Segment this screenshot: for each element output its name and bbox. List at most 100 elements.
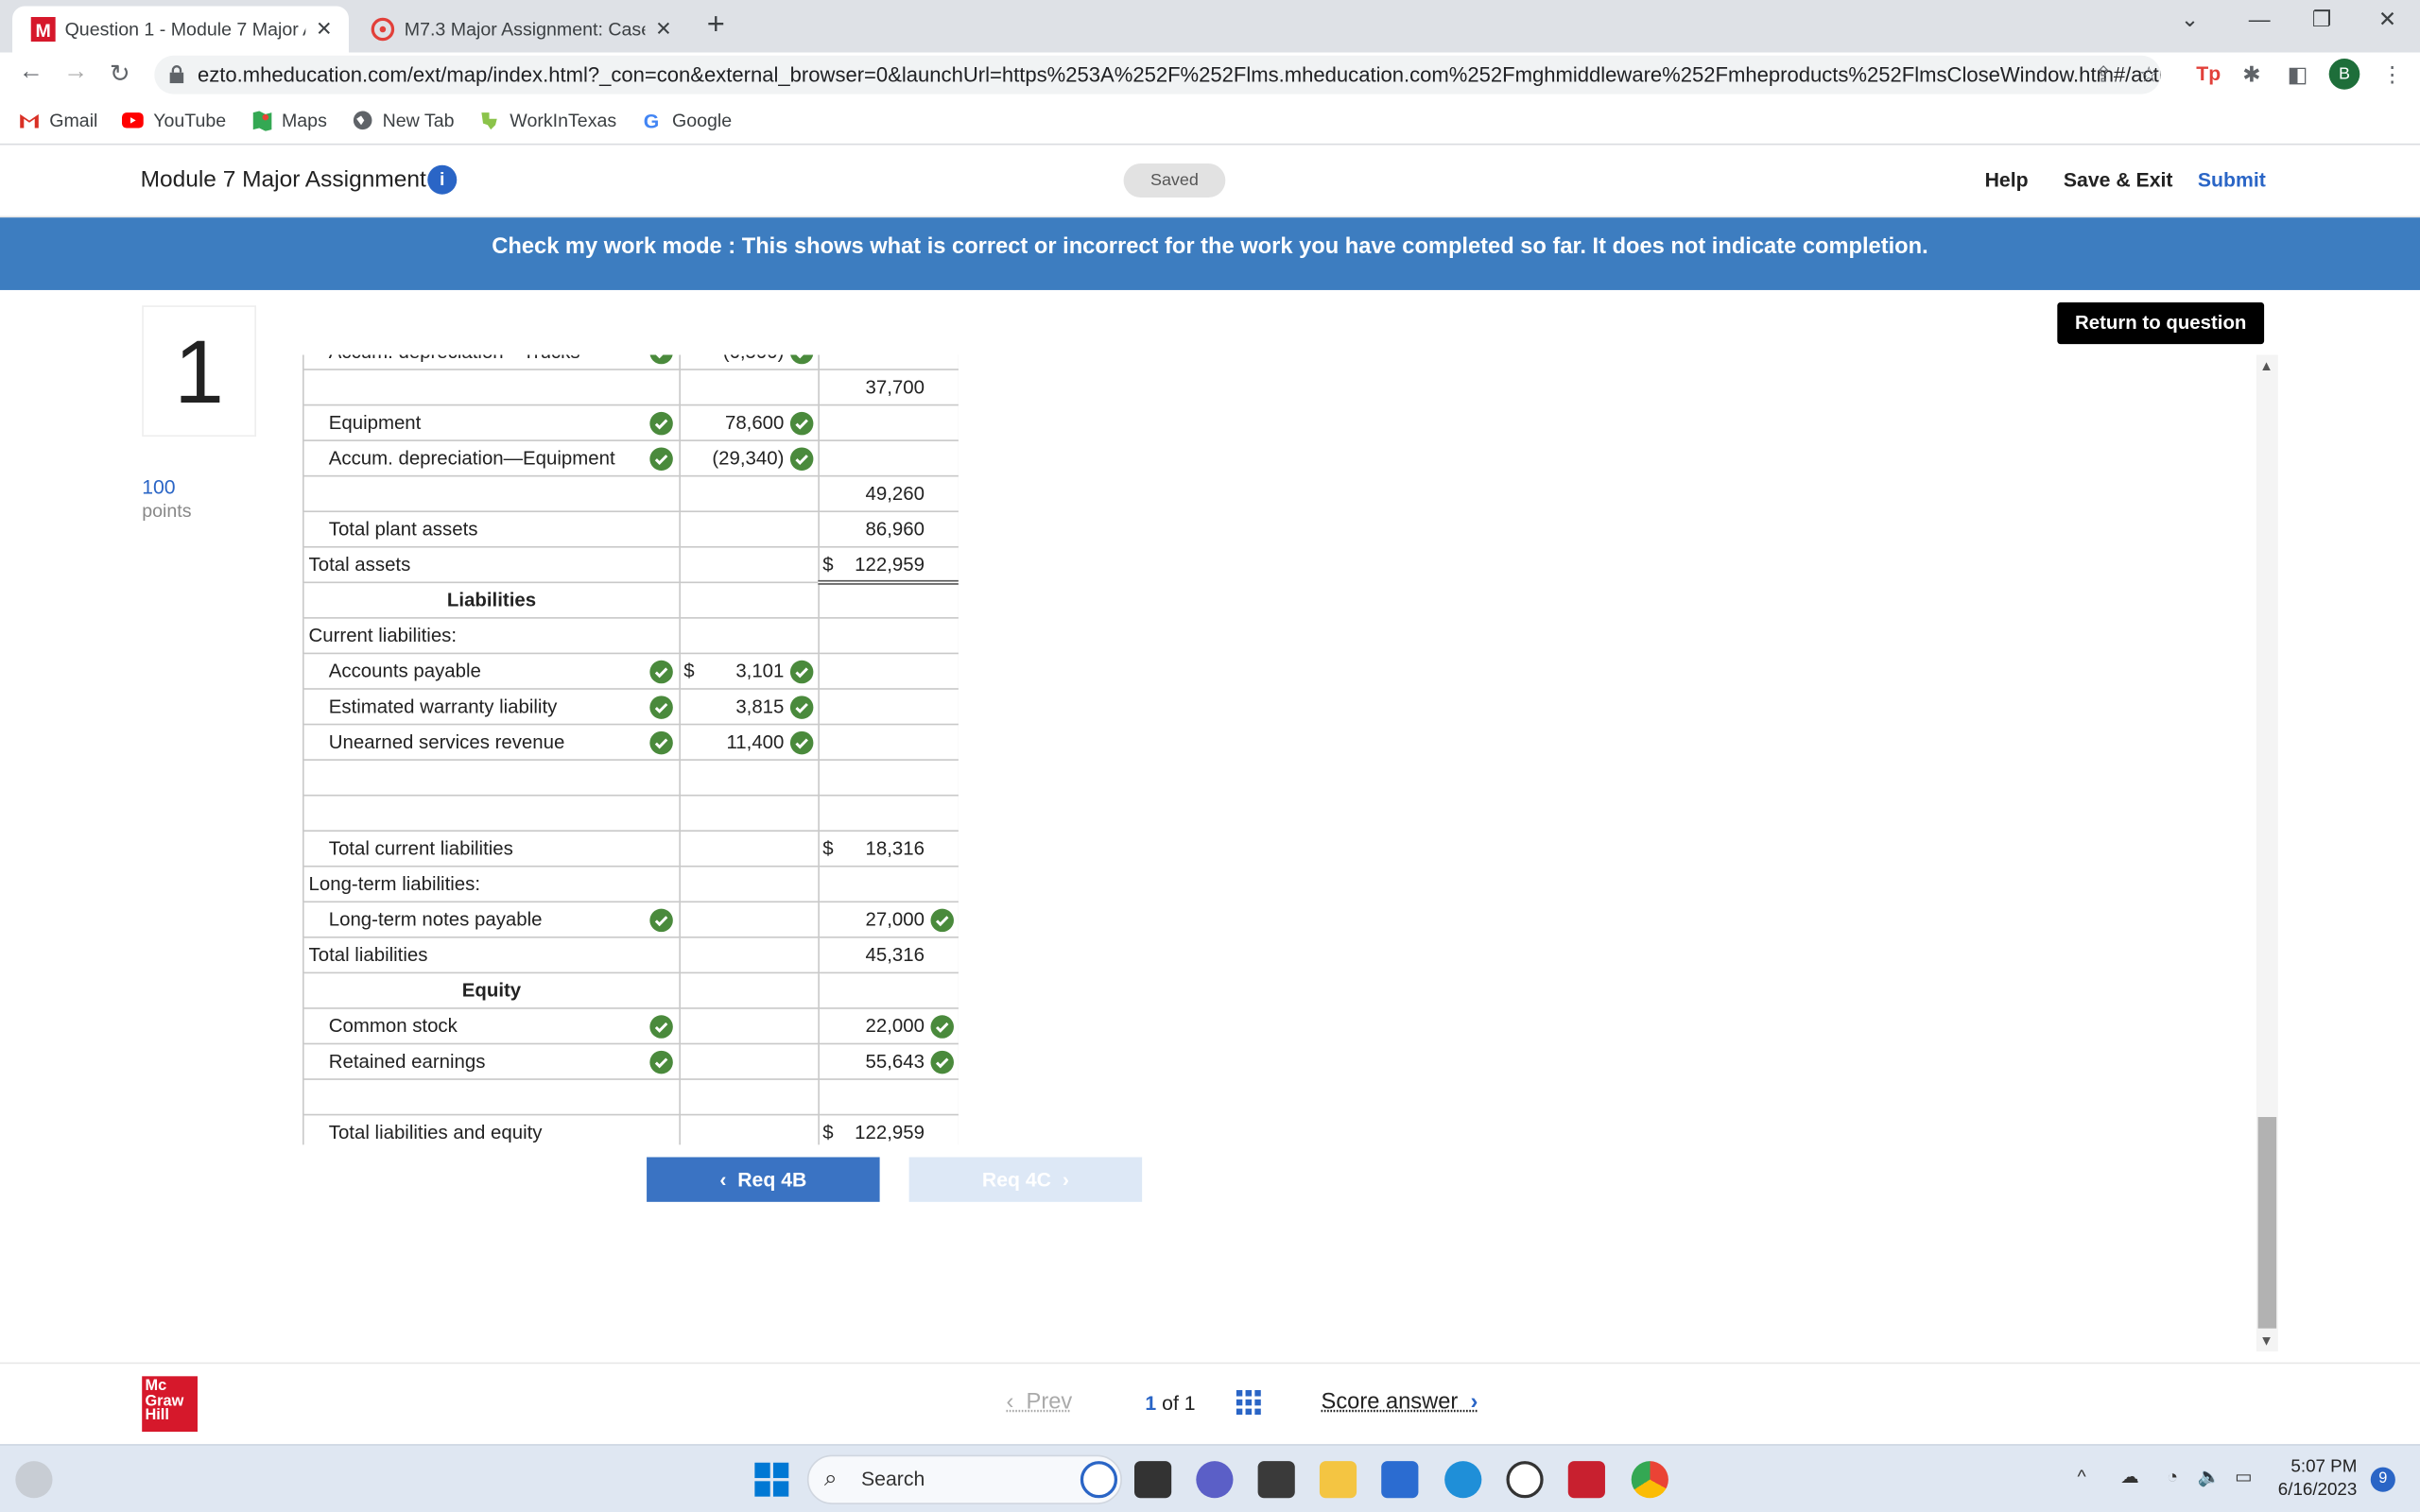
total-cell[interactable] bbox=[818, 1078, 959, 1116]
amount-cell[interactable] bbox=[679, 1007, 820, 1045]
total-cell[interactable]: 22,000 bbox=[818, 1007, 959, 1045]
clock[interactable]: 5:07 PM 6/16/2023 bbox=[2278, 1456, 2358, 1503]
total-cell[interactable]: 27,000 bbox=[818, 901, 959, 938]
account-label-cell[interactable]: Accounts payable bbox=[302, 652, 681, 690]
bookmark-star-icon[interactable]: ☆ bbox=[2139, 61, 2159, 88]
question-grid-icon[interactable] bbox=[1236, 1390, 1261, 1416]
total-cell[interactable]: $122,959 bbox=[818, 545, 959, 585]
save-exit-link[interactable]: Save & Exit bbox=[2064, 168, 2173, 191]
task-view-icon[interactable] bbox=[1133, 1461, 1172, 1499]
show-hidden-icons-chevron-icon[interactable]: ^ bbox=[2078, 1466, 2086, 1487]
amount-cell[interactable] bbox=[679, 794, 820, 832]
minecraft-icon[interactable] bbox=[1257, 1461, 1295, 1499]
account-label-cell[interactable]: Total liabilities and equity bbox=[302, 1113, 681, 1145]
account-label-cell[interactable]: Long-term liabilities: bbox=[302, 865, 681, 903]
edge-icon[interactable] bbox=[1444, 1461, 1482, 1499]
microsoft-store-icon[interactable] bbox=[1381, 1461, 1419, 1499]
forward-arrow-icon[interactable]: → bbox=[63, 59, 88, 86]
total-cell[interactable]: 37,700 bbox=[818, 369, 959, 406]
account-label-cell[interactable]: Total liabilities bbox=[302, 936, 681, 974]
battery-icon[interactable]: ▭ bbox=[2235, 1466, 2253, 1487]
scroll-down-arrow-icon[interactable]: ▼ bbox=[2259, 1333, 2273, 1349]
dell-icon[interactable] bbox=[1506, 1461, 1544, 1499]
total-cell[interactable] bbox=[818, 688, 959, 726]
close-icon[interactable]: ✕ bbox=[651, 17, 676, 42]
account-label-cell[interactable]: Unearned services revenue bbox=[302, 723, 681, 761]
account-label-cell[interactable]: Accum. depreciation—Equipment bbox=[302, 439, 681, 477]
amount-cell[interactable] bbox=[679, 901, 820, 938]
url-field[interactable]: ezto.mheducation.com/ext/map/index.html?… bbox=[154, 55, 2161, 94]
close-icon[interactable]: ✕ bbox=[312, 17, 337, 42]
amount-cell[interactable] bbox=[679, 936, 820, 974]
chrome-icon[interactable] bbox=[1631, 1461, 1668, 1499]
tab-question-1[interactable]: M Question 1 - Module 7 Major Ass ✕ bbox=[12, 6, 349, 53]
menu-dots-icon[interactable]: ⋮ bbox=[2381, 61, 2403, 88]
total-cell[interactable]: 45,316 bbox=[818, 936, 959, 974]
total-cell[interactable] bbox=[818, 865, 959, 903]
score-answer-link[interactable]: Score answer › bbox=[1322, 1390, 1478, 1415]
account-label-cell[interactable]: Estimated warranty liability bbox=[302, 688, 681, 726]
extensions-puzzle-icon[interactable]: ✱ bbox=[2242, 61, 2260, 88]
wifi-icon[interactable]: ◔ bbox=[2167, 1466, 2178, 1487]
total-cell[interactable]: 86,960 bbox=[818, 510, 959, 548]
notification-count-badge[interactable]: 9 bbox=[2370, 1467, 2395, 1492]
amount-cell[interactable]: $3,101 bbox=[679, 652, 820, 690]
balance-sheet-scroll-area[interactable]: Accum. depreciation—Trucks (6,500) 37,700 E… bbox=[302, 354, 959, 1145]
account-label-cell[interactable]: Retained earnings bbox=[302, 1042, 681, 1080]
bookmark-workintexas[interactable]: WorkInTexas bbox=[479, 109, 616, 130]
amount-cell[interactable] bbox=[679, 759, 820, 797]
account-label-cell[interactable]: Accum. depreciation—Trucks bbox=[302, 354, 681, 370]
window-close-icon[interactable]: ✕ bbox=[2378, 7, 2396, 33]
bookmark-google[interactable]: G Google bbox=[641, 109, 732, 132]
minimize-icon[interactable]: — bbox=[2249, 7, 2271, 31]
amount-cell[interactable]: (6,500) bbox=[679, 354, 820, 370]
scrollbar-thumb[interactable] bbox=[2257, 1117, 2277, 1329]
taskbar-search[interactable]: ⌕ Search bbox=[806, 1454, 1122, 1504]
weather-icon[interactable] bbox=[15, 1461, 53, 1499]
prev-link[interactable]: ‹ Prev bbox=[1006, 1390, 1072, 1415]
mcafee-icon[interactable] bbox=[1567, 1461, 1605, 1499]
amount-cell[interactable]: (29,340) bbox=[679, 439, 820, 477]
amount-cell[interactable] bbox=[679, 1078, 820, 1116]
restore-icon[interactable]: ❐ bbox=[2312, 7, 2332, 33]
account-label-cell[interactable] bbox=[302, 369, 681, 406]
account-label-cell[interactable]: Equity bbox=[302, 971, 681, 1009]
total-cell[interactable] bbox=[818, 759, 959, 797]
total-cell[interactable]: $18,316 bbox=[818, 830, 959, 868]
total-cell[interactable] bbox=[818, 652, 959, 690]
amount-cell[interactable] bbox=[679, 971, 820, 1009]
amount-cell[interactable]: 3,815 bbox=[679, 688, 820, 726]
tab-m7-3-major-assignment[interactable]: M7.3 Major Assignment: Case An ✕ bbox=[352, 7, 688, 53]
account-label-cell[interactable]: Equipment bbox=[302, 404, 681, 441]
bookmark-youtube[interactable]: YouTube bbox=[122, 109, 226, 130]
account-label-cell[interactable] bbox=[302, 759, 681, 797]
total-cell[interactable] bbox=[818, 971, 959, 1009]
amount-cell[interactable]: 11,400 bbox=[679, 723, 820, 761]
new-tab-plus-icon[interactable]: + bbox=[707, 8, 725, 43]
amount-cell[interactable] bbox=[679, 1113, 820, 1145]
account-label-cell[interactable]: Total assets bbox=[302, 545, 681, 584]
amount-cell[interactable] bbox=[679, 617, 820, 655]
tp-extension-icon[interactable]: Tp bbox=[2196, 61, 2221, 84]
file-explorer-icon[interactable] bbox=[1319, 1461, 1357, 1499]
side-panel-icon[interactable]: ◧ bbox=[2288, 61, 2308, 88]
total-cell[interactable] bbox=[818, 617, 959, 655]
account-label-cell[interactable] bbox=[302, 1078, 681, 1116]
bookmark-gmail[interactable]: Gmail bbox=[19, 109, 97, 130]
req-4c-button[interactable]: Req 4C › bbox=[908, 1157, 1143, 1202]
amount-cell[interactable] bbox=[679, 830, 820, 868]
amount-cell[interactable] bbox=[679, 1042, 820, 1080]
amount-cell[interactable] bbox=[679, 474, 820, 513]
scroll-up-arrow-icon[interactable]: ▲ bbox=[2259, 358, 2273, 373]
bing-icon[interactable] bbox=[1080, 1461, 1118, 1499]
submit-link[interactable]: Submit bbox=[2198, 168, 2266, 191]
tab-search-chevron-icon[interactable]: ⌄ bbox=[2181, 7, 2199, 33]
amount-cell[interactable] bbox=[679, 865, 820, 903]
onedrive-icon[interactable]: ☁ bbox=[2120, 1466, 2139, 1487]
total-cell[interactable] bbox=[818, 794, 959, 832]
bookmark-maps[interactable]: Maps bbox=[251, 109, 327, 130]
amount-cell[interactable] bbox=[679, 510, 820, 548]
total-cell[interactable]: 55,643 bbox=[818, 1042, 959, 1080]
info-icon[interactable]: i bbox=[427, 164, 458, 195]
req-4b-button[interactable]: ‹ Req 4B bbox=[647, 1157, 880, 1202]
